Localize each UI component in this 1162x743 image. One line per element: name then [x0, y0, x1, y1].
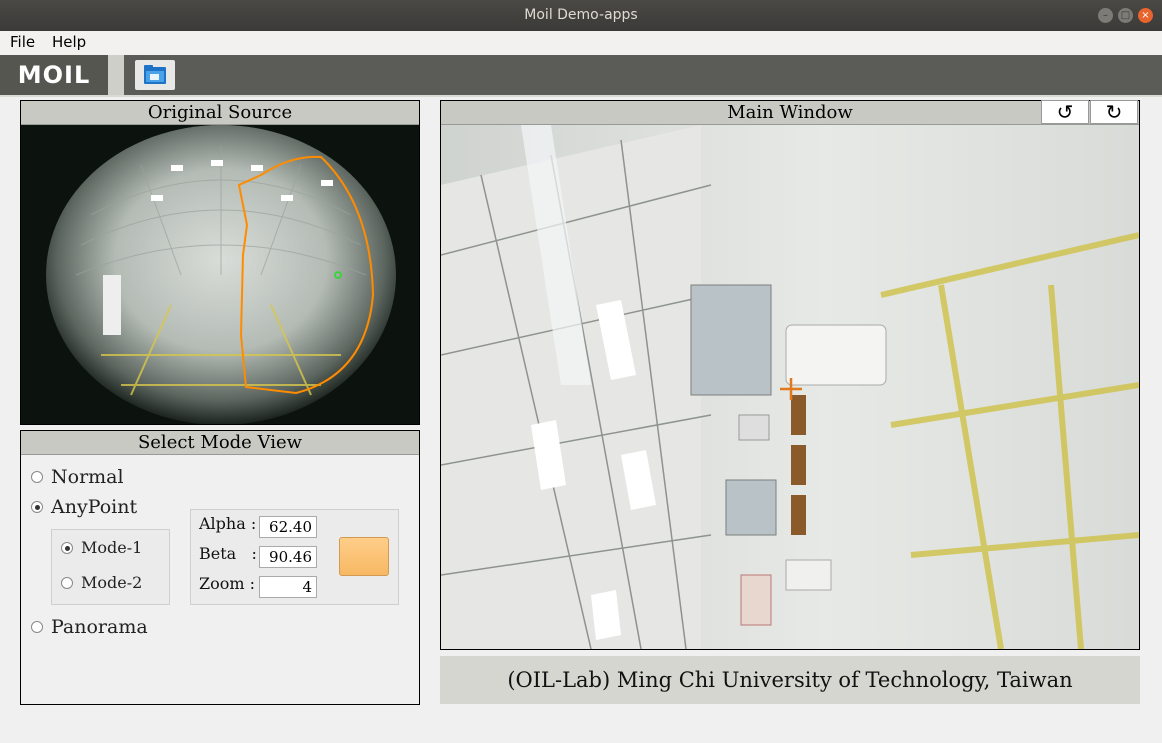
menubar: File Help: [0, 31, 1162, 55]
logo: MOIL: [0, 55, 108, 95]
radio-anypoint-label: AnyPoint: [51, 496, 138, 518]
window-title: Moil Demo-apps: [524, 7, 638, 23]
fisheye-image: [46, 125, 396, 424]
toolbar-divider: [108, 55, 124, 95]
radio-panorama-label: Panorama: [51, 616, 148, 638]
rotate-right-button[interactable]: ↻: [1090, 100, 1138, 124]
close-icon[interactable]: ×: [1138, 8, 1153, 23]
zoom-label: Zoom :: [199, 574, 256, 593]
anypoint-view: [441, 125, 1139, 649]
radio-anypoint[interactable]: AnyPoint: [31, 496, 137, 518]
radio-mode1[interactable]: Mode-1: [61, 538, 142, 557]
alpha-field[interactable]: 62.40: [259, 516, 317, 538]
radio-normal-indicator[interactable]: [31, 471, 43, 483]
original-source-panel: Original Source: [20, 100, 420, 425]
folder-icon: [144, 65, 166, 84]
radio-panorama[interactable]: Panorama: [31, 616, 148, 638]
menu-file[interactable]: File: [10, 33, 35, 51]
footer-credit: (OIL-Lab) Ming Chi University of Technol…: [440, 656, 1140, 704]
main-window-title: Main Window: [441, 101, 1139, 125]
main-image[interactable]: [441, 125, 1139, 649]
rotate-right-icon: ↻: [1105, 100, 1123, 124]
radio-mode1-indicator[interactable]: [61, 541, 73, 554]
beta-label: Beta :: [199, 544, 257, 563]
original-source-title: Original Source: [21, 101, 419, 125]
maximize-icon[interactable]: □: [1118, 8, 1133, 23]
radio-panorama-indicator[interactable]: [31, 621, 43, 633]
rotate-left-button[interactable]: ↺: [1041, 100, 1089, 124]
radio-mode2-label: Mode-2: [81, 573, 143, 592]
color-button[interactable]: [339, 537, 389, 576]
menu-help[interactable]: Help: [52, 33, 86, 51]
open-file-button[interactable]: [135, 60, 175, 90]
radio-normal-label: Normal: [51, 466, 124, 488]
radio-mode1-label: Mode-1: [81, 538, 143, 557]
zoom-field[interactable]: 4: [259, 576, 317, 598]
radio-anypoint-indicator[interactable]: [31, 501, 43, 513]
beta-field[interactable]: 90.46: [259, 546, 317, 568]
radio-normal[interactable]: Normal: [31, 466, 124, 488]
original-image[interactable]: [21, 125, 419, 424]
rotate-left-icon: ↺: [1056, 100, 1074, 124]
toolbar: MOIL: [0, 55, 1162, 97]
minimize-icon[interactable]: –: [1098, 8, 1113, 23]
alpha-label: Alpha :: [199, 514, 257, 533]
main-window-panel: Main Window: [440, 100, 1140, 650]
radio-mode2[interactable]: Mode-2: [61, 573, 142, 592]
window-titlebar: Moil Demo-apps – □ ×: [0, 0, 1162, 31]
mode-panel-title: Select Mode View: [21, 431, 419, 455]
radio-mode2-indicator[interactable]: [61, 576, 73, 589]
